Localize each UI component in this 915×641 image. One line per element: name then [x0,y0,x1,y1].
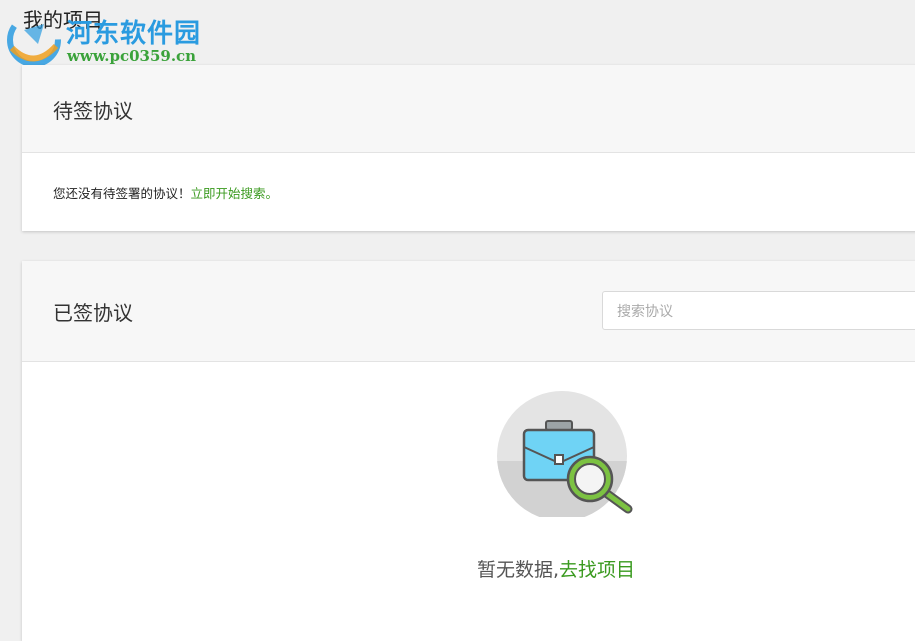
signed-empty-message: 暂无数据,去找项目 [477,555,635,582]
find-projects-link[interactable]: 去找项目 [559,559,635,581]
signed-empty-text: 暂无数据, [477,559,560,581]
watermark-logo: 河东软件园 www.pc0359.cn [4,10,219,70]
watermark-url: www.pc0359.cn [67,47,197,65]
pending-agreements-title: 待签协议 [53,99,133,123]
pending-agreements-card: 待签协议 您还没有待签署的协议！立即开始搜索。 [22,65,915,231]
briefcase-search-icon [497,391,633,517]
watermark-emblem-icon [7,13,61,67]
pending-agreements-header: 待签协议 [22,65,915,153]
watermark-name: 河东软件园 [66,19,202,49]
search-agreements-input[interactable] [602,291,915,330]
signed-agreements-title: 已签协议 [53,301,133,325]
pending-empty-message: 您还没有待签署的协议！立即开始搜索。 [53,183,278,202]
signed-agreements-card: 已签协议 暂无数据,去找项目 [22,261,915,641]
start-search-link[interactable]: 立即开始搜索。 [191,186,279,201]
pending-empty-text: 您还没有待签署的协议！ [53,186,191,201]
signed-agreements-header: 已签协议 [22,261,915,362]
